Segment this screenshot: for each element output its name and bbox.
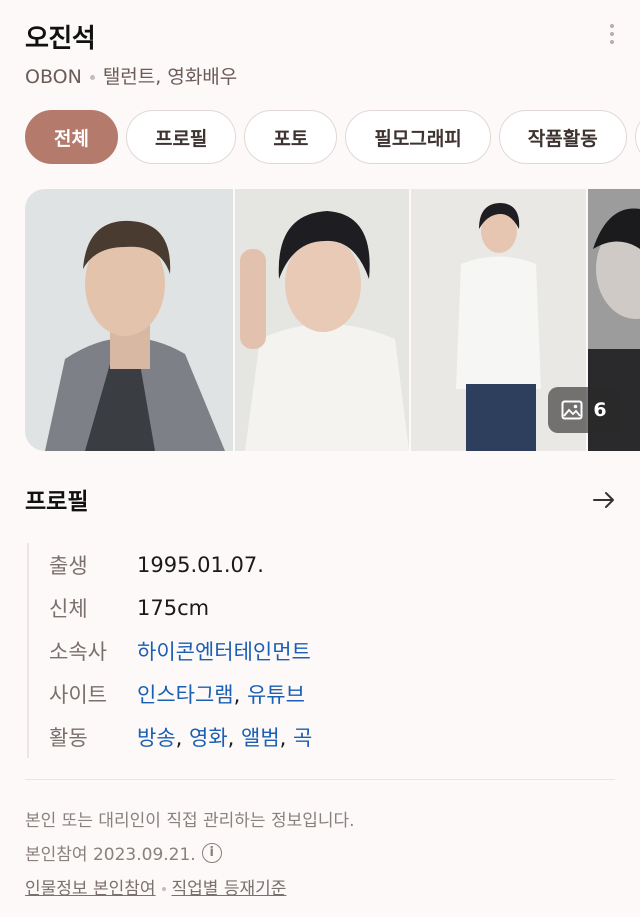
song-link[interactable]: 곡: [293, 726, 312, 750]
tab-photo[interactable]: 포토: [244, 110, 338, 164]
site-label: 사이트: [49, 682, 107, 707]
profile-row-site: 사이트 인스타그램, 유튜브: [49, 672, 587, 715]
separator: ,: [227, 725, 241, 750]
profile-row-birth: 출생 1995.01.07.: [49, 543, 587, 586]
separator: ,: [233, 682, 247, 707]
participate-link[interactable]: 인물정보 본인참여: [25, 879, 156, 899]
tab-filmography[interactable]: 필모그래피: [345, 110, 491, 164]
more-vertical-icon[interactable]: [604, 22, 620, 46]
arrow-right-icon[interactable]: [592, 488, 616, 512]
subtitle: OBON 탤런트, 영화배우: [25, 62, 237, 89]
participation-row: 본인참여 2023.09.21. i: [25, 840, 222, 865]
profile-row-body: 신체 175cm: [49, 586, 587, 629]
tab-profile[interactable]: 프로필: [125, 110, 237, 164]
photo-2[interactable]: [235, 189, 409, 451]
image-icon: [561, 400, 583, 420]
header: 오진석 OBON 탤런트, 영화배우: [25, 18, 620, 98]
broadcast-link[interactable]: 방송: [137, 726, 176, 750]
agency-text: OBON: [25, 66, 82, 88]
dot-separator: [161, 887, 166, 891]
movie-link[interactable]: 영화: [189, 726, 228, 750]
album-link[interactable]: 앨범: [241, 726, 280, 750]
youtube-link[interactable]: 유튜브: [247, 683, 305, 707]
dot-separator: [89, 75, 95, 80]
footer-links: 인물정보 본인참여 직업별 등재기준: [25, 874, 286, 899]
profile-list: 출생 1995.01.07. 신체 175cm 소속사 하이콘엔터테인먼트 사이…: [27, 543, 587, 758]
profile-section-title: 프로필: [25, 489, 89, 515]
body-value: 175cm: [137, 595, 210, 620]
separator: ,: [175, 725, 189, 750]
photo-count-text: 6: [593, 399, 607, 421]
body-label: 신체: [49, 596, 88, 621]
participation-text: 본인참여 2023.09.21.: [25, 845, 196, 865]
divider: [25, 779, 615, 780]
agency-link[interactable]: 하이콘엔터테인먼트: [137, 636, 311, 666]
info-icon[interactable]: i: [201, 842, 222, 863]
page-title: 오진석: [25, 24, 96, 54]
photo-count-badge[interactable]: 6: [548, 387, 620, 433]
photo-gallery[interactable]: 6: [25, 189, 640, 451]
tab-works[interactable]: 작품활동: [498, 110, 627, 164]
photo-1[interactable]: [25, 189, 233, 451]
birth-label: 출생: [49, 553, 88, 578]
tab-all[interactable]: 전체: [25, 110, 118, 164]
profile-row-activity: 활동 방송, 영화, 앨범, 곡: [49, 715, 587, 758]
separator: ,: [279, 725, 293, 750]
instagram-link[interactable]: 인스타그램: [137, 683, 234, 707]
tab-broadcast[interactable]: 방: [634, 110, 640, 164]
birth-value: 1995.01.07.: [137, 552, 264, 577]
agency-label: 소속사: [49, 639, 107, 664]
activity-label: 활동: [49, 725, 88, 750]
occupation-text: 탤런트, 영화배우: [102, 66, 238, 88]
tab-bar: 전체프로필포토필모그래피작품활동방: [25, 110, 640, 166]
profile-row-agency: 소속사 하이콘엔터테인먼트: [49, 629, 587, 672]
notice-text: 본인 또는 대리인이 직접 관리하는 정보입니다.: [25, 811, 355, 831]
criteria-link[interactable]: 직업별 등재기준: [172, 879, 287, 899]
